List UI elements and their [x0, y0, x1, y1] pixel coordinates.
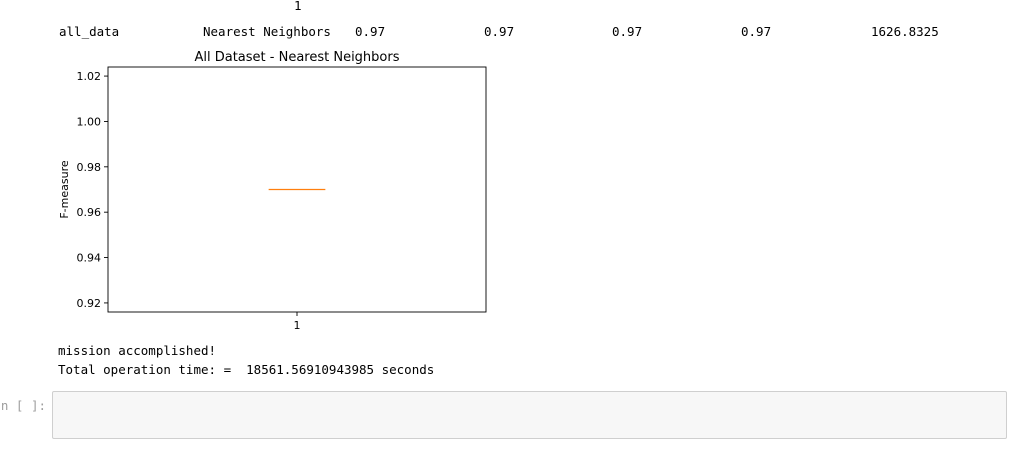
- y-tick-label: 0.92: [77, 297, 102, 310]
- y-tick-label: 0.98: [77, 161, 102, 174]
- y-axis-label: F-measure: [58, 160, 71, 219]
- y-tick-label: 1.00: [77, 115, 102, 128]
- status-message: mission accomplished!: [58, 343, 217, 358]
- y-tick-label: 1.02: [77, 70, 102, 83]
- y-tick-label: 0.96: [77, 206, 102, 219]
- boxplot-figure: All Dataset - Nearest Neighbors 0.92 0.94 0…: [58, 50, 487, 332]
- chart-title: All Dataset - Nearest Neighbors: [194, 50, 399, 65]
- row-value-5: 1626.8325: [871, 24, 939, 39]
- row-value-3: 0.97: [612, 24, 643, 39]
- timing-message: Total operation time: = 18561.5691094398…: [58, 362, 435, 377]
- code-input-cell[interactable]: [52, 391, 1007, 439]
- x-tick-label: 1: [294, 319, 301, 332]
- row-value-4: 0.97: [741, 24, 772, 39]
- input-prompt: n [ ]:: [0, 398, 46, 413]
- y-tick-label: 0.94: [77, 252, 102, 265]
